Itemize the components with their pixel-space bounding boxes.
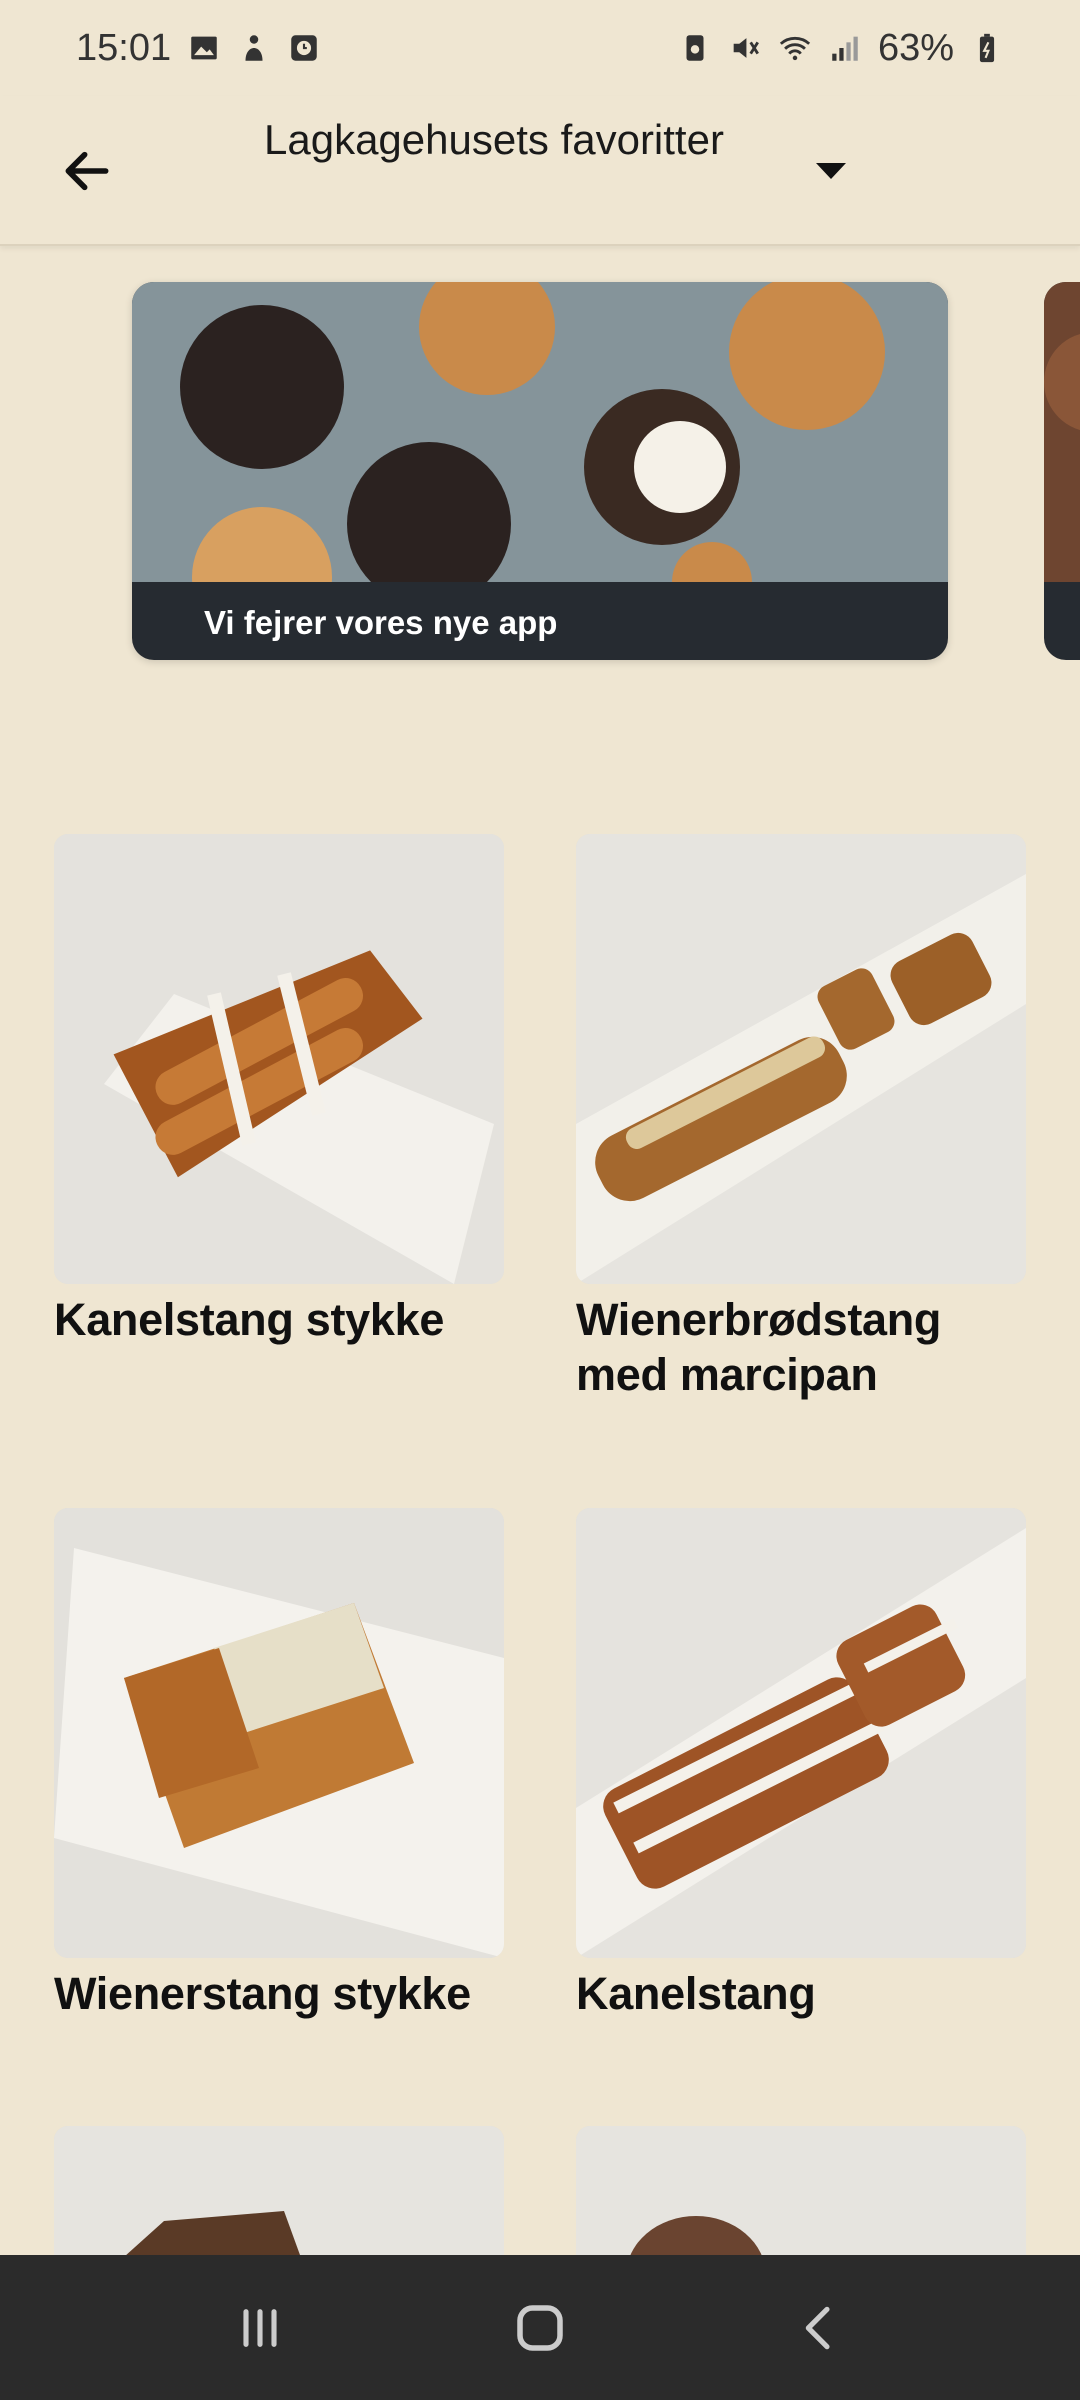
category-dropdown-button[interactable] <box>800 146 862 196</box>
caret-down-icon <box>816 163 846 179</box>
figure-icon <box>245 35 263 61</box>
product-card-partial-right[interactable] <box>576 2126 1026 2266</box>
product-image <box>576 1508 1026 1958</box>
home-button[interactable] <box>485 2288 595 2368</box>
image-icon <box>191 36 217 60</box>
nav-back-button[interactable] <box>765 2288 875 2368</box>
product-card-kanelstang-stykke[interactable]: Kanelstang stykke <box>54 834 504 1347</box>
kanelstang-stykke-image <box>54 834 504 1284</box>
banner-caption: Vi fejrer vores nye app <box>204 604 558 641</box>
signal-icon <box>832 36 858 61</box>
battery-saver-icon <box>686 35 704 61</box>
next-banner-image <box>1044 282 1080 582</box>
product-image <box>54 834 504 1284</box>
next-banner-peek[interactable] <box>1044 282 1080 660</box>
rye-bread-image <box>576 2126 1026 2266</box>
product-card-partial-left[interactable] <box>54 2126 504 2266</box>
mute-icon <box>733 38 759 58</box>
app-bar: Lagkagehusets favoritter <box>0 96 1080 246</box>
status-time: 15:01 <box>76 26 172 69</box>
back-button[interactable] <box>52 136 122 206</box>
promo-banner[interactable]: Vi fejrer vores nye app <box>132 282 948 660</box>
battery-percent: 63% <box>877 26 954 69</box>
product-image <box>54 1508 504 1958</box>
product-card-wienerstang-stykke[interactable]: Wienerstang stykke <box>54 1508 504 2021</box>
muffins-image <box>132 282 948 582</box>
product-card-kanelstang[interactable]: Kanelstang <box>576 1508 1026 2021</box>
product-name: Kanelstang stykke <box>54 1294 445 1345</box>
recent-apps-icon <box>243 2308 277 2347</box>
bread-image <box>54 2126 504 2266</box>
battery-icon <box>979 33 995 63</box>
clock-app-icon <box>291 35 317 61</box>
recent-apps-button[interactable] <box>205 2288 315 2368</box>
product-image <box>54 2126 504 2266</box>
status-right: 63% <box>678 27 1004 70</box>
product-name: Wienerbrødstang med marcipan <box>576 1294 942 1400</box>
product-image <box>576 834 1026 1284</box>
wienerbrodstang-image <box>576 834 1026 1284</box>
back-icon <box>805 2306 830 2349</box>
product-name: Kanelstang <box>576 1968 816 2019</box>
status-bar: 15:01 63% <box>0 0 1080 96</box>
wienerstang-stykke-image <box>54 1508 504 1958</box>
product-image <box>576 2126 1026 2266</box>
system-nav-bar <box>0 2255 1080 2400</box>
wifi-icon <box>779 36 811 61</box>
product-name: Wienerstang stykke <box>54 1968 471 2019</box>
home-icon <box>517 2304 563 2351</box>
arrow-left-icon <box>65 151 109 191</box>
page-title: Lagkagehusets favoritter <box>264 116 724 163</box>
kanelstang-image <box>576 1508 1026 1958</box>
status-left: 15:01 <box>76 27 321 70</box>
product-card-wienerbrodstang[interactable]: Wienerbrødstang med marcipan <box>576 834 1026 1402</box>
